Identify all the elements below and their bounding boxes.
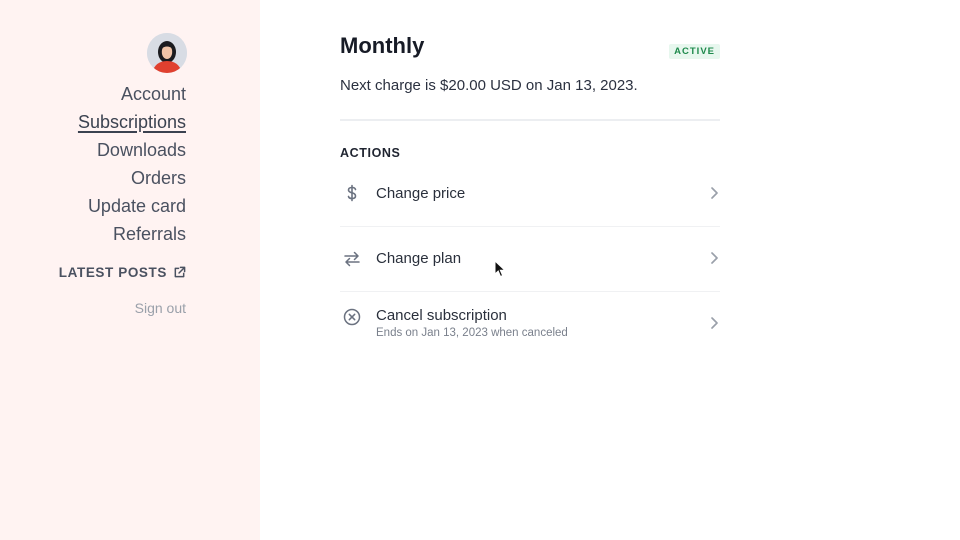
sidebar-item-downloads[interactable]: Downloads (78, 136, 186, 164)
avatar-image (147, 33, 187, 73)
sidebar-item-subscriptions[interactable]: Subscriptions (78, 108, 186, 136)
chevron-right-icon (711, 252, 718, 264)
sidebar-item-referrals[interactable]: Referrals (78, 220, 186, 248)
chevron-right-icon (711, 317, 718, 329)
action-separator (340, 291, 720, 292)
sidebar-item-update-card[interactable]: Update card (78, 192, 186, 220)
cancel-circle-icon (343, 308, 361, 326)
status-badge: ACTIVE (669, 44, 720, 59)
change-plan-label: Change plan (376, 250, 462, 267)
page: Account Subscriptions Downloads Orders U… (0, 0, 960, 540)
divider (340, 119, 720, 121)
change-price-action[interactable]: Change price (340, 170, 720, 226)
change-price-label: Change price (376, 185, 466, 202)
change-plan-action[interactable]: Change plan (340, 232, 720, 290)
sidebar-item-account[interactable]: Account (78, 80, 186, 108)
action-separator (340, 226, 720, 227)
sign-out-link[interactable]: Sign out (135, 300, 186, 316)
sidebar-nav: Account Subscriptions Downloads Orders U… (78, 80, 186, 248)
latest-posts-label: LATEST POSTS (58, 265, 167, 280)
sidebar: Account Subscriptions Downloads Orders U… (0, 0, 260, 540)
cancel-subscription-label: Cancel subscription (376, 307, 507, 324)
chevron-right-icon (711, 187, 718, 199)
next-charge-text: Next charge is $20.00 USD on Jan 13, 202… (340, 77, 638, 94)
cancel-subscription-action[interactable]: Cancel subscription Ends on Jan 13, 2023… (340, 296, 720, 352)
actions-heading: ACTIONS (340, 146, 401, 160)
dollar-icon (347, 184, 357, 202)
sidebar-item-orders[interactable]: Orders (78, 164, 186, 192)
mouse-cursor-icon (494, 260, 506, 278)
swap-arrows-icon (344, 251, 360, 267)
plan-title: Monthly (340, 33, 425, 58)
latest-posts-link[interactable]: LATEST POSTS (59, 265, 186, 280)
cancel-subscription-sublabel: Ends on Jan 13, 2023 when canceled (376, 327, 568, 339)
external-link-icon (174, 266, 186, 278)
avatar[interactable] (147, 33, 187, 73)
